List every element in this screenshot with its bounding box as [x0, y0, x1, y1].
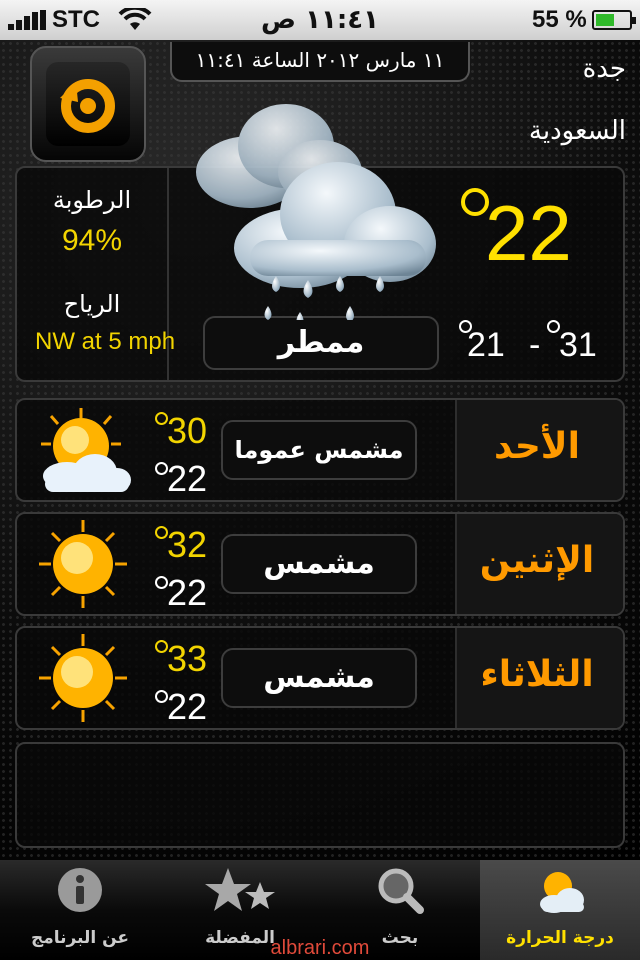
forecast-low: 22: [167, 686, 208, 727]
today-low: 21: [467, 326, 505, 364]
forecast-row[interactable]: 32 22 مشمس الإثنين: [15, 512, 625, 616]
city-name: جدة: [582, 54, 626, 84]
forecast-day-name: الثلاثاء: [480, 654, 594, 695]
search-icon: [378, 868, 424, 914]
partly-sunny-icon: [41, 408, 131, 492]
date-time-box: ١١ مارس ٢٠١٢ الساعة ١١:٤١: [170, 42, 470, 82]
sun-icon: [39, 520, 127, 608]
country-name: السعودية: [528, 116, 626, 146]
weather-icon: [540, 872, 584, 913]
battery-icon: [592, 10, 636, 30]
current-condition: ممطر: [203, 316, 439, 370]
forecast-condition-text: مشمس عموما: [234, 436, 404, 464]
weather-main: ١١ مارس ٢٠١٢ الساعة ١١:٤١ جدة السعودية ا…: [0, 40, 640, 860]
forecast-condition: مشمس عموما: [221, 420, 417, 480]
humidity-value: 94%: [61, 224, 123, 257]
refresh-button[interactable]: [30, 46, 146, 162]
stars-icon: [205, 868, 275, 911]
forecast-high: 30: [167, 410, 208, 451]
forecast-condition-text: مشمس: [263, 546, 375, 581]
forecast-high: 33: [167, 638, 208, 679]
rain-cloud-icon: [196, 104, 436, 320]
forecast-day-name: الإثنين: [479, 540, 595, 581]
battery-percent: 55 %: [532, 6, 587, 33]
degree-symbol: [461, 188, 489, 216]
forecast-condition-text: مشمس: [263, 660, 375, 695]
humidity-label: الرطوبة: [52, 186, 132, 214]
watermark: albrari.com: [270, 937, 370, 959]
forecast-low: 22: [167, 572, 208, 613]
forecast-low: 22: [167, 458, 208, 499]
current-condition-text: ممطر: [277, 325, 365, 360]
forecast-high: 32: [167, 524, 208, 565]
sun-icon: [39, 634, 127, 722]
info-icon: [58, 868, 102, 912]
forecast-row[interactable]: 33 22 مشمس الثلاثاء: [15, 626, 625, 730]
wind-value: NW at 5 mph: [35, 328, 176, 355]
degree-symbol-low: [459, 320, 472, 333]
degree-symbol-high: [547, 320, 560, 333]
today-high: 31: [559, 326, 597, 364]
forecast-condition: مشمس: [221, 534, 417, 594]
forecast-condition: مشمس: [221, 648, 417, 708]
empty-panel: [15, 742, 625, 848]
wind-label: الرياح: [63, 290, 121, 318]
refresh-icon: [60, 79, 115, 133]
forecast-day-name: الأحد: [494, 426, 580, 467]
status-bar: STC ١١:٤١ ص 55 %: [0, 0, 640, 40]
forecast-row[interactable]: 30 22 مشمس عموما الأحد: [15, 398, 625, 502]
date-time-text: ١١ مارس ٢٠١٢ الساعة ١١:٤١: [195, 48, 445, 72]
current-temperature: 22: [485, 189, 572, 277]
